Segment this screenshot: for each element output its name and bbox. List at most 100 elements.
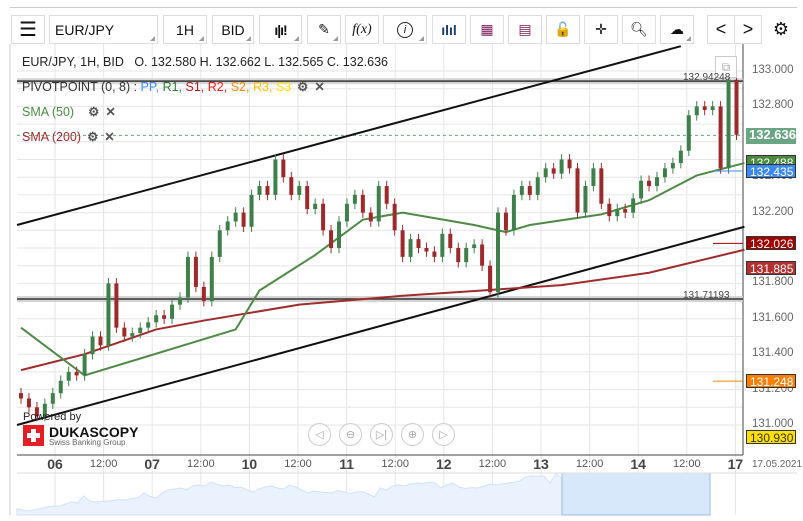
candle: [710, 106, 715, 110]
candle: [480, 244, 485, 266]
candle: [551, 168, 556, 174]
time-tick: 12:00: [673, 458, 701, 470]
time-tick: 12: [436, 456, 452, 472]
candle: [257, 186, 262, 195]
candle: [678, 150, 683, 164]
swiss-cross-logo: [23, 425, 44, 446]
candle: [511, 194, 516, 231]
price-tick: 131.800: [752, 276, 794, 289]
candle: [503, 212, 508, 231]
candle: [384, 186, 389, 204]
gear-icon[interactable]: ⚙: [87, 129, 98, 144]
candle: [249, 194, 254, 227]
pivot-level-pp: PP,: [140, 80, 163, 94]
candle: [154, 315, 159, 323]
candle: [217, 230, 222, 257]
navigator-series: [16, 472, 563, 516]
candle: [702, 106, 707, 110]
pivot-level-r2: R2,: [207, 80, 231, 94]
candle: [639, 180, 644, 199]
candle: [543, 168, 548, 178]
candle: [26, 398, 31, 408]
candle: [392, 203, 397, 231]
scroll-forward-button[interactable]: ▷: [432, 423, 455, 446]
time-tick: 14: [630, 456, 646, 472]
candle: [19, 393, 23, 399]
candle: [655, 177, 659, 187]
hline-label: 131.71193: [683, 289, 730, 301]
candle: [575, 168, 580, 213]
candle: [58, 380, 63, 394]
candle: [694, 106, 699, 116]
pivot-level-s2: S2,: [230, 80, 253, 94]
candle: [265, 186, 270, 195]
candle: [734, 79, 739, 135]
sma200-legend: SMA (200) ⚙ ✕: [22, 129, 115, 144]
pivot-level-s3: S3: [275, 80, 292, 94]
sma50-label: SMA (50): [22, 105, 75, 119]
zoom-out-button[interactable]: ⊖: [339, 423, 362, 446]
price-tick: 132.800: [752, 99, 794, 112]
candle: [289, 177, 294, 195]
candle: [98, 336, 103, 346]
pivot-sep: :: [130, 80, 141, 94]
candle: [631, 198, 636, 213]
price-tick: 133.000: [752, 64, 794, 76]
candle: [281, 159, 286, 178]
candle: [74, 371, 79, 376]
hline-label: 132.94248: [683, 72, 731, 84]
candle: [567, 159, 572, 169]
price-badge: 132.636: [746, 128, 796, 145]
candle: [615, 209, 620, 217]
candle: [535, 177, 540, 195]
scroll-back-button[interactable]: ◁: [308, 423, 331, 446]
price-tick: 131.400: [752, 347, 794, 360]
candle: [416, 239, 421, 248]
candle: [233, 212, 238, 222]
plot-area: [17, 44, 743, 455]
price-tick: 131.600: [752, 311, 794, 324]
candle: [106, 283, 111, 346]
go-latest-button[interactable]: ▷|: [370, 423, 393, 446]
zoom-in-button[interactable]: ⊕: [401, 423, 424, 446]
candle: [368, 212, 373, 222]
candle: [201, 286, 206, 302]
gear-icon[interactable]: ⚙: [297, 79, 308, 94]
candle: [527, 186, 532, 195]
close-icon[interactable]: ✕: [105, 104, 115, 119]
candle: [591, 168, 596, 187]
close-icon[interactable]: ✕: [314, 79, 324, 94]
candle: [519, 186, 524, 195]
pivot-label: PIVOTPOINT (0, 8): [22, 80, 131, 94]
date-label: 17.05.2021: [752, 459, 803, 470]
candle: [329, 230, 334, 248]
gear-icon[interactable]: ⚙: [88, 104, 99, 119]
skip-end-icon: ▷|: [375, 429, 388, 441]
time-tick: 12:00: [381, 458, 409, 470]
price-badge: 132.435: [746, 164, 796, 179]
candle: [273, 159, 278, 195]
candle: [670, 163, 675, 169]
candle: [623, 209, 628, 213]
candle: [456, 248, 461, 263]
time-tick: 17: [727, 456, 744, 472]
brand-subtitle: Swiss Banking Group: [49, 438, 126, 447]
close-icon[interactable]: ✕: [104, 129, 114, 144]
price-badge: 131.248: [746, 374, 796, 389]
price-tick: 131.000: [752, 418, 794, 430]
candle: [686, 115, 691, 151]
time-tick: 12:00: [89, 458, 118, 470]
candle: [297, 186, 302, 195]
powered-by: Powered by: [23, 411, 82, 423]
candle: [583, 186, 588, 213]
candle: [726, 79, 731, 169]
candle: [718, 106, 723, 169]
candle: [138, 327, 143, 333]
candle: [185, 256, 190, 298]
sma50-legend: SMA (50) ⚙ ✕: [22, 104, 116, 119]
candle: [662, 168, 667, 178]
time-tick: 10: [241, 456, 258, 472]
time-tick: 12:00: [575, 458, 604, 470]
candle: [146, 322, 151, 328]
candle: [440, 233, 445, 257]
